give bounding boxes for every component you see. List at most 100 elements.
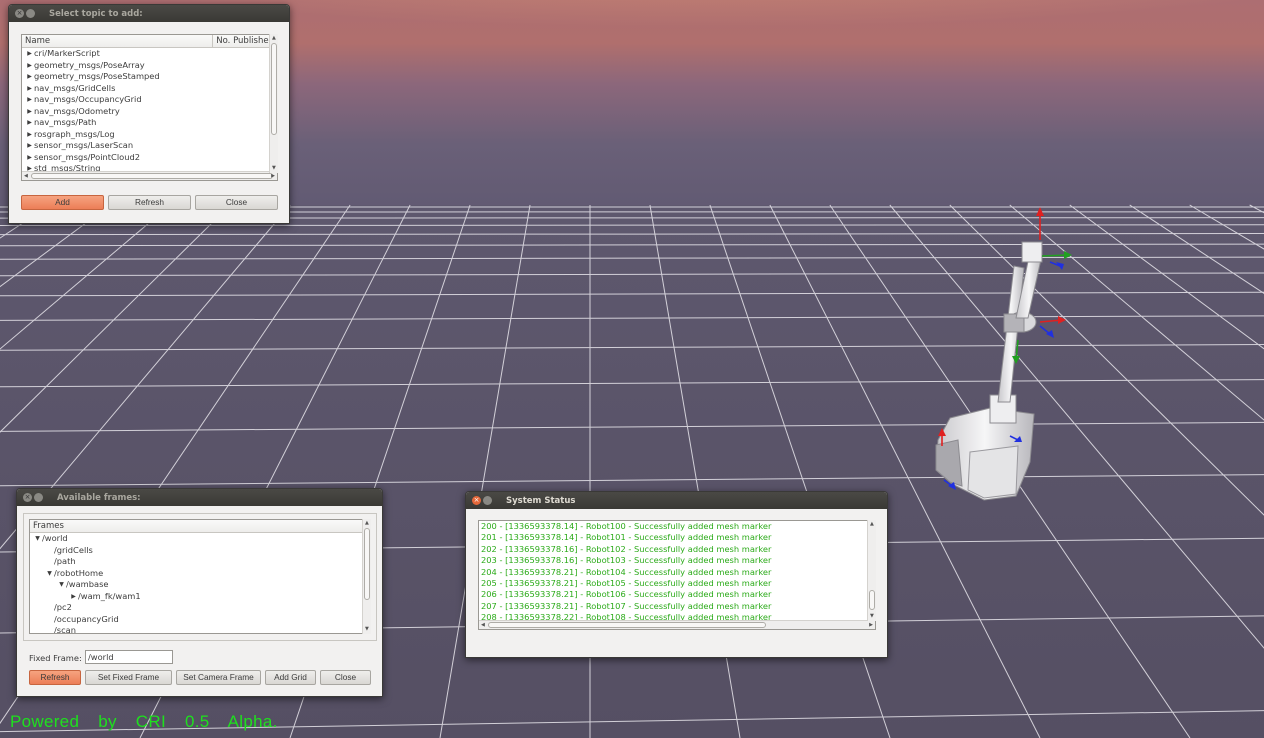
topic-list-item[interactable]: ▶ sensor_msgs/PointCloud2 (25, 152, 277, 164)
topic-name: geometry_msgs/PoseStamped (34, 71, 160, 81)
topic-list-item[interactable]: ▶ sensor_msgs/LaserScan (25, 140, 277, 152)
status-log-vscroll[interactable]: ▲ ▼ (867, 520, 876, 621)
topic-name: cri/MarkerScript (34, 48, 100, 58)
minimize-icon[interactable] (26, 9, 35, 18)
frame-tree-item[interactable]: ▼/robotHome (33, 568, 370, 580)
scroll-left-icon[interactable]: ◀ (24, 174, 28, 179)
frame-tree-item[interactable]: /scan (33, 625, 370, 634)
expand-arrow-icon[interactable]: ▶ (25, 48, 34, 60)
frames-tree-vscroll[interactable]: ▲ ▼ (362, 519, 371, 634)
topic-list-item[interactable]: ▶ geometry_msgs/PoseStamped (25, 71, 277, 83)
scroll-down-icon[interactable]: ▼ (272, 166, 276, 171)
set-camera-frame-button[interactable]: Set Camera Frame (176, 670, 261, 685)
minimize-icon[interactable] (34, 493, 43, 502)
vscroll-thumb[interactable] (869, 590, 875, 610)
scroll-up-icon[interactable]: ▲ (870, 522, 874, 527)
select-topic-titlebar[interactable]: × Select topic to add: (9, 5, 289, 22)
frame-name: /pc2 (54, 602, 72, 612)
refresh-button[interactable]: Refresh (108, 195, 191, 210)
topic-list-item[interactable]: ▶ nav_msgs/Odometry (25, 106, 277, 118)
scroll-up-icon[interactable]: ▲ (365, 521, 369, 526)
window-title: Select topic to add: (49, 8, 143, 19)
window-title: System Status (506, 495, 576, 506)
scroll-up-icon[interactable]: ▲ (272, 36, 276, 41)
fixed-frame-input[interactable]: /world (85, 650, 173, 664)
close-icon[interactable]: × (15, 9, 24, 18)
vscroll-thumb[interactable] (271, 43, 277, 135)
frame-tree-item[interactable]: /gridCells (33, 545, 370, 557)
frame-tree-item[interactable]: /occupancyGrid (33, 614, 370, 626)
topic-name: geometry_msgs/PoseArray (34, 59, 145, 70)
hscroll-thumb[interactable] (488, 622, 766, 628)
frame-tree-item[interactable]: ▶/wam_fk/wam1 (33, 591, 370, 603)
fixed-frame-label: Fixed Frame: (29, 653, 82, 663)
topic-list-item[interactable]: ▶ nav_msgs/GridCells (25, 83, 277, 95)
column-header-publishers[interactable]: No. Publisher (213, 35, 277, 47)
refresh-button[interactable]: Refresh (29, 670, 81, 685)
frame-name: /wambase (66, 579, 109, 589)
close-button[interactable]: Close (320, 670, 371, 685)
status-message: 202 - [1336593378.16] - Robot102 - Succe… (481, 543, 772, 554)
frame-tree-item[interactable]: /path (33, 556, 370, 568)
topic-name: sensor_msgs/PointCloud2 (34, 151, 141, 162)
scroll-right-icon[interactable]: ▶ (271, 174, 275, 179)
frame-name: /path (54, 556, 76, 566)
expand-arrow-icon[interactable]: ▶ (25, 129, 34, 141)
status-message: 203 - [1336593378.16] - Robot103 - Succe… (481, 555, 772, 566)
topic-list-item[interactable]: ▶ rosgraph_msgs/Log (25, 129, 277, 141)
topic-list-hscroll[interactable]: ◀ ▶ (22, 171, 277, 180)
topic-name: sensor_msgs/LaserScan (34, 140, 134, 150)
frame-tree-item[interactable]: ▼/world (33, 533, 370, 545)
close-button[interactable]: Close (195, 195, 278, 210)
scroll-right-icon[interactable]: ▶ (869, 623, 873, 628)
column-header-frames[interactable]: Frames (30, 520, 360, 532)
frame-name: /occupancyGrid (54, 613, 119, 624)
add-grid-button[interactable]: Add Grid (265, 670, 316, 685)
topic-list[interactable]: Name No. Publisher ▶ cri/MarkerScript ▶ geo… (21, 34, 278, 181)
scroll-down-icon[interactable]: ▼ (365, 627, 369, 632)
topic-list-item[interactable]: ▶ cri/MarkerScript (25, 48, 277, 60)
system-status-titlebar[interactable]: × System Status (466, 492, 887, 509)
expand-arrow-icon[interactable]: ▼ (33, 533, 42, 545)
scroll-down-icon[interactable]: ▼ (870, 614, 874, 619)
set-fixed-frame-button[interactable]: Set Fixed Frame (85, 670, 172, 685)
topic-list-vscroll[interactable]: ▲ ▼ (269, 34, 278, 173)
status-log[interactable]: 200 - [1336593378.14] - Robot100 - Succe… (478, 520, 876, 630)
expand-arrow-icon[interactable]: ▶ (25, 106, 34, 118)
expand-arrow-icon[interactable]: ▶ (25, 94, 34, 106)
expand-arrow-icon[interactable]: ▶ (25, 83, 34, 95)
vscroll-thumb[interactable] (364, 528, 370, 600)
frame-tree-item[interactable]: ▼/wambase (33, 579, 370, 591)
frames-tree-header: Frames (30, 520, 370, 533)
expand-arrow-icon[interactable]: ▶ (25, 117, 34, 129)
available-frames-dialog: × Available frames: Frames ▼/world/gridC… (16, 488, 383, 697)
expand-arrow-icon[interactable]: ▶ (25, 71, 34, 83)
topic-list-item[interactable]: ▶ geometry_msgs/PoseArray (25, 60, 277, 72)
expand-arrow-icon[interactable]: ▶ (25, 140, 34, 152)
scroll-left-icon[interactable]: ◀ (481, 623, 485, 628)
expand-arrow-icon[interactable]: ▶ (25, 152, 34, 164)
frame-tree-item[interactable]: /pc2 (33, 602, 370, 614)
status-log-hscroll[interactable]: ◀ ▶ (479, 620, 875, 629)
frame-name: /gridCells (54, 544, 93, 555)
status-message: 201 - [1336593378.14] - Robot101 - Succe… (481, 532, 772, 543)
add-button[interactable]: Add (21, 195, 104, 210)
frame-name: /wam_fk/wam1 (78, 590, 141, 601)
expand-arrow-icon[interactable]: ▶ (25, 60, 34, 72)
expand-arrow-icon[interactable]: ▶ (69, 591, 78, 603)
frames-tree[interactable]: Frames ▼/world/gridCells/path ▼/robotHome… (29, 519, 371, 634)
topic-name: rosgraph_msgs/Log (34, 128, 115, 139)
close-icon[interactable]: × (472, 496, 481, 505)
status-message: 200 - [1336593378.14] - Robot100 - Succe… (481, 521, 772, 531)
available-frames-titlebar[interactable]: × Available frames: (17, 489, 382, 506)
status-message: 206 - [1336593378.21] - Robot106 - Succe… (481, 589, 772, 600)
frame-name: /scan (54, 625, 77, 634)
minimize-icon[interactable] (483, 496, 492, 505)
topic-list-item[interactable]: ▶ nav_msgs/Path (25, 117, 277, 129)
topic-list-item[interactable]: ▶ nav_msgs/OccupancyGrid (25, 94, 277, 106)
expand-arrow-icon[interactable]: ▼ (45, 568, 54, 580)
expand-arrow-icon[interactable]: ▼ (57, 579, 66, 591)
hscroll-thumb[interactable] (31, 173, 273, 179)
close-icon[interactable]: × (23, 493, 32, 502)
column-header-name[interactable]: Name (22, 35, 214, 47)
